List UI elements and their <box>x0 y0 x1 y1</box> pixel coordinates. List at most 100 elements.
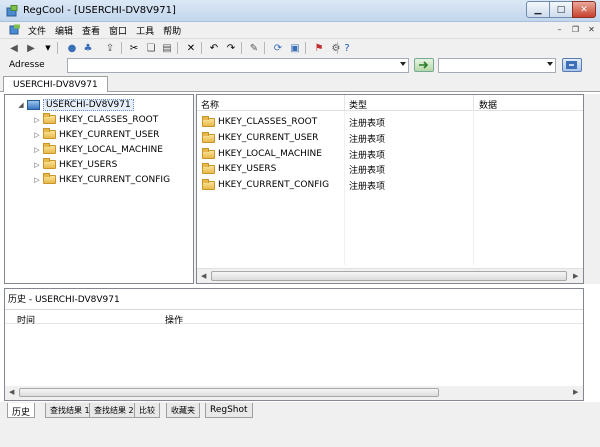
list-horizontal-scrollbar[interactable]: ◀ ▶ <box>197 268 583 283</box>
toolbar-separator <box>264 42 265 54</box>
folder-icon <box>43 143 56 154</box>
expand-arrow-icon[interactable]: ▷ <box>33 131 41 139</box>
list-row[interactable]: HKEY_CURRENT_USER 注册表项 <box>200 131 385 145</box>
tree-root-node[interactable]: ◢ USERCHI-DV8V971 <box>17 98 134 111</box>
column-header-action[interactable]: 操作 <box>165 313 183 326</box>
menu-edit[interactable]: 编辑 <box>55 24 73 37</box>
mdi-close-icon[interactable]: ✕ <box>585 24 598 35</box>
folder-icon <box>43 113 56 124</box>
collapse-arrow-icon[interactable]: ◢ <box>17 101 25 109</box>
search-combobox[interactable] <box>438 58 556 73</box>
column-divider[interactable] <box>473 95 474 111</box>
history-panel[interactable]: 历史 - USERCHI-DV8V971 时间 操作 ◀ ▶ <box>4 288 584 401</box>
expand-arrow-icon[interactable]: ▷ <box>33 161 41 169</box>
delete-icon[interactable]: ✕ <box>185 42 197 54</box>
search-button[interactable] <box>562 58 582 72</box>
connect-icon[interactable]: ● <box>66 42 78 54</box>
scroll-right-icon[interactable]: ▶ <box>573 272 578 280</box>
list-row[interactable]: HKEY_CURRENT_CONFIG 注册表项 <box>200 178 385 192</box>
history-horizontal-scrollbar[interactable]: ◀ ▶ <box>5 386 583 400</box>
redo-icon[interactable]: ↷ <box>225 42 237 54</box>
options-icon[interactable]: ⚑ <box>313 42 325 54</box>
expand-arrow-icon[interactable]: ▷ <box>33 116 41 124</box>
tree-node-hkcc[interactable]: ▷ HKEY_CURRENT_CONFIG <box>33 173 170 186</box>
row-name: HKEY_CURRENT_CONFIG <box>218 180 330 190</box>
row-name: HKEY_LOCAL_MACHINE <box>218 149 322 159</box>
undo-icon[interactable]: ↶ <box>208 42 220 54</box>
tab-userchi-dv8v971[interactable]: USERCHI-DV8V971 <box>3 76 108 92</box>
rename-icon[interactable]: ✎ <box>248 42 260 54</box>
tree-node-hkcu[interactable]: ▷ HKEY_CURRENT_USER <box>33 128 159 141</box>
scrollbar-thumb[interactable] <box>19 388 439 397</box>
refresh-icon[interactable]: ⟳ <box>272 42 284 54</box>
registry-tree[interactable]: ◢ USERCHI-DV8V971 ▷ HKEY_CLASSES_ROOT ▷ … <box>4 94 194 284</box>
bottom-tab-strip: 历史 查找结果 1 查找结果 2 比较 收藏夹 RegShot <box>0 402 600 420</box>
address-combobox[interactable] <box>67 58 409 73</box>
tab-favorites[interactable]: 收藏夹 <box>166 403 200 418</box>
column-divider[interactable] <box>344 95 345 111</box>
close-icon: ✕ <box>580 4 588 15</box>
tab-search-results-2[interactable]: 查找结果 2 <box>89 403 139 418</box>
toolbar-separator <box>337 42 338 54</box>
menu-tools[interactable]: 工具 <box>136 24 154 37</box>
list-row[interactable]: HKEY_USERS 注册表项 <box>200 162 385 176</box>
menu-window[interactable]: 窗口 <box>109 24 127 37</box>
column-header-type[interactable]: 类型 <box>349 98 367 111</box>
row-type: 注册表项 <box>349 150 386 161</box>
folder-icon <box>202 115 215 127</box>
copy-icon[interactable]: ❏ <box>145 42 157 54</box>
tab-history[interactable]: 历史 <box>7 403 36 418</box>
find-icon[interactable]: ▣ <box>289 42 301 54</box>
cut-icon[interactable]: ✂ <box>128 42 140 54</box>
folder-icon <box>43 173 56 184</box>
tab-regshot[interactable]: RegShot <box>205 403 253 418</box>
tree-node-hkcr[interactable]: ▷ HKEY_CLASSES_ROOT <box>33 113 158 126</box>
folder-icon <box>43 128 56 139</box>
row-type: 注册表项 <box>349 181 386 192</box>
scroll-right-icon[interactable]: ▶ <box>573 388 578 396</box>
tree-root-label: USERCHI-DV8V971 <box>43 98 134 111</box>
go-button[interactable] <box>414 58 434 72</box>
tree-node-hklm[interactable]: ▷ HKEY_LOCAL_MACHINE <box>33 143 163 156</box>
tree-node-label: HKEY_CURRENT_USER <box>59 129 160 140</box>
expand-arrow-icon[interactable]: ▷ <box>33 176 41 184</box>
menu-file[interactable]: 文件 <box>28 24 46 37</box>
menu-help[interactable]: 帮助 <box>163 24 181 37</box>
folder-icon <box>202 178 215 190</box>
column-header-time[interactable]: 时间 <box>17 313 35 326</box>
close-window-button[interactable]: ✕ <box>572 1 596 18</box>
tab-search-results-1[interactable]: 查找结果 1 <box>45 403 95 418</box>
forward-icon[interactable]: ▶ <box>25 42 37 54</box>
export-icon[interactable]: ⇪ <box>104 42 116 54</box>
minimize-icon: ▁ <box>534 4 542 15</box>
chevron-down-icon[interactable] <box>547 62 553 66</box>
list-row[interactable]: HKEY_CLASSES_ROOT 注册表项 <box>200 115 385 129</box>
go-arrow-icon <box>419 61 429 69</box>
tab-compare[interactable]: 比较 <box>134 403 160 418</box>
mdi-minimize-icon[interactable]: – <box>553 24 566 35</box>
tree-node-hku[interactable]: ▷ HKEY_USERS <box>33 158 117 171</box>
scroll-left-icon[interactable]: ◀ <box>201 272 206 280</box>
expand-arrow-icon[interactable]: ▷ <box>33 146 41 154</box>
history-dropdown-icon[interactable]: ▼ <box>42 42 54 54</box>
chevron-down-icon[interactable] <box>400 62 406 66</box>
list-row[interactable]: HKEY_LOCAL_MACHINE 注册表项 <box>200 147 385 161</box>
mdi-restore-icon[interactable]: ❐ <box>569 24 582 35</box>
column-header-data[interactable]: 数据 <box>479 98 497 111</box>
back-icon[interactable]: ◀ <box>8 42 20 54</box>
network-icon[interactable]: ♣ <box>82 42 94 54</box>
values-list[interactable]: 名称 类型 数据 HKEY_CLASSES_ROOT 注册表项 HKEY_CUR… <box>196 94 584 284</box>
scrollbar-thumb[interactable] <box>211 271 567 281</box>
toolbar-separator <box>177 42 178 54</box>
folder-icon <box>202 162 215 174</box>
help-icon[interactable]: ? <box>341 42 353 54</box>
history-header: 时间 操作 <box>5 309 583 326</box>
paste-icon[interactable]: ▤ <box>161 42 173 54</box>
row-type: 注册表项 <box>349 134 386 145</box>
minimize-button[interactable]: ▁ <box>526 1 550 18</box>
maximize-button[interactable]: □ <box>549 1 573 18</box>
menu-view[interactable]: 查看 <box>82 24 100 37</box>
column-header-name[interactable]: 名称 <box>201 98 219 111</box>
scroll-left-icon[interactable]: ◀ <box>9 388 14 396</box>
document-window-icon[interactable] <box>9 24 21 35</box>
